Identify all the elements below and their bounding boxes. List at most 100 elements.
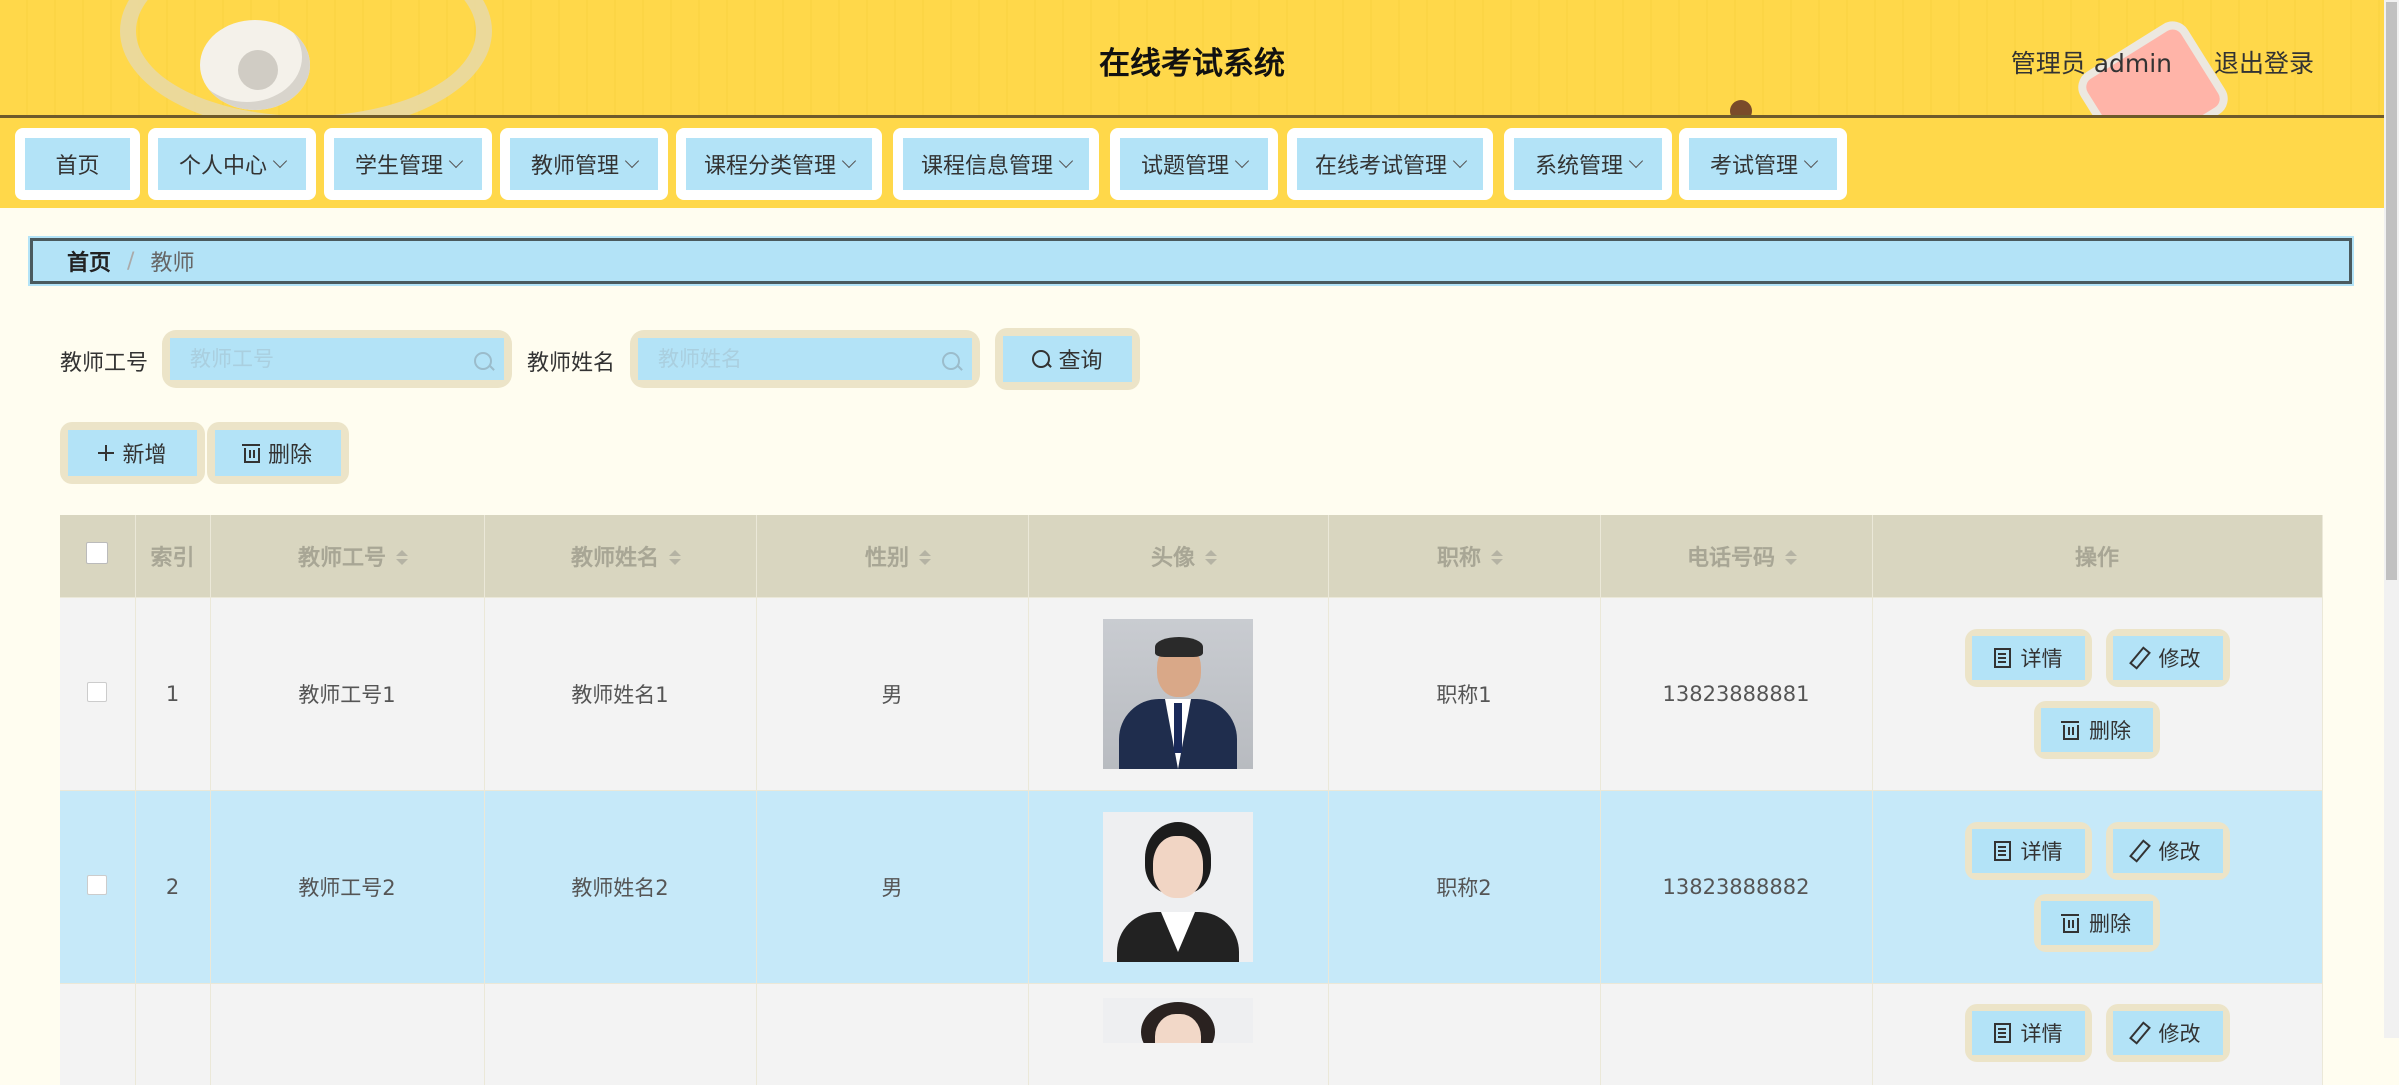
column-header[interactable]: 教师工号 <box>210 515 484 598</box>
chevron-down-icon <box>1804 154 1818 168</box>
column-header[interactable]: 职称 <box>1328 515 1600 598</box>
nav-item-question-management[interactable]: 试题管理 <box>1110 128 1278 200</box>
nav-item-label: 首页 <box>55 148 99 180</box>
title-cell: 职称1 <box>1328 598 1600 791</box>
nav-item-course-category[interactable]: 课程分类管理 <box>676 128 882 200</box>
document-icon <box>1994 1023 2011 1043</box>
nav-item-label: 试题管理 <box>1141 148 1229 180</box>
title-cell: 职称2 <box>1328 791 1600 984</box>
header-select-all[interactable] <box>60 515 135 598</box>
teacher-id-cell: 教师工号1 <box>210 598 484 791</box>
nav-item-label: 系统管理 <box>1535 148 1623 180</box>
breadcrumb-home[interactable]: 首页 <box>67 245 111 277</box>
trash-icon <box>2063 725 2079 740</box>
phone-cell: 13823888882 <box>1600 791 1872 984</box>
row-index: 2 <box>135 791 210 984</box>
delete-button[interactable]: 删除 <box>2034 701 2160 759</box>
nav-item-label: 教师管理 <box>531 148 619 180</box>
breadcrumb-separator: / <box>127 249 134 274</box>
teacher-name-label: 教师姓名 <box>527 345 615 377</box>
teacher-name-input[interactable] <box>638 338 972 380</box>
current-user: 管理员 admin <box>2011 49 2172 78</box>
nav-item-teacher-management[interactable]: 教师管理 <box>500 128 668 200</box>
batch-delete-label: 删除 <box>268 437 312 469</box>
detail-button[interactable]: 详情 <box>1965 822 2092 880</box>
gender-cell: 男 <box>756 598 1028 791</box>
teacher-name-cell: 教师姓名2 <box>484 791 756 984</box>
teacher-name-cell: 教师姓名1 <box>484 598 756 791</box>
add-button[interactable]: 新增 <box>60 422 205 484</box>
chevron-down-icon <box>1453 154 1467 168</box>
table-row[interactable]: 1 教师工号1 教师姓名1 男 职称1 13823888881 详情 修改 删除 <box>60 598 2322 791</box>
table-row[interactable]: 2 教师工号2 教师姓名2 男 职称2 13823888882 详情 修改 删除 <box>60 791 2322 984</box>
table-row[interactable]: 详情 修改 <box>60 984 2322 1085</box>
nav-item-label: 考试管理 <box>1710 148 1798 180</box>
chevron-down-icon <box>273 154 287 168</box>
column-header: 索引 <box>135 515 210 598</box>
edit-button[interactable]: 修改 <box>2106 629 2230 687</box>
chevron-down-icon <box>449 154 463 168</box>
edit-button[interactable]: 修改 <box>2106 822 2230 880</box>
teacher-name-search-box <box>630 330 980 388</box>
phone-cell: 13823888881 <box>1600 598 1872 791</box>
delete-button[interactable]: 删除 <box>2034 894 2160 952</box>
breadcrumb-current: 教师 <box>150 245 194 277</box>
document-icon <box>1994 648 2011 668</box>
detail-button[interactable]: 详情 <box>1965 1004 2092 1062</box>
edit-icon <box>2129 839 2151 862</box>
column-header[interactable]: 头像 <box>1028 515 1328 598</box>
nav-item-label: 学生管理 <box>355 148 443 180</box>
teacher-id-label: 教师工号 <box>60 345 148 377</box>
nav-item-personal-center[interactable]: 个人中心 <box>148 128 316 200</box>
logout-link[interactable]: 退出登录 <box>2214 49 2314 78</box>
edit-button[interactable]: 修改 <box>2106 1004 2230 1062</box>
plus-icon <box>98 445 114 461</box>
nav-item-student-management[interactable]: 学生管理 <box>324 128 492 200</box>
nav-item-exam-management[interactable]: 考试管理 <box>1679 128 1847 200</box>
chevron-down-icon <box>842 154 856 168</box>
edit-icon <box>2129 1021 2151 1044</box>
detail-button[interactable]: 详情 <box>1965 629 2092 687</box>
row-checkbox[interactable] <box>87 682 107 702</box>
teacher-id-cell: 教师工号2 <box>210 791 484 984</box>
main-nav: 首页 个人中心 学生管理 教师管理 课程分类管理 课程信息管理 试题管理 在线考… <box>0 118 2384 208</box>
nav-item-label: 课程分类管理 <box>704 148 836 180</box>
gender-cell: 男 <box>756 791 1028 984</box>
breadcrumb: 首页 / 教师 <box>30 238 2352 284</box>
vertical-scrollbar[interactable] <box>2384 0 2399 1038</box>
teacher-avatar <box>1103 998 1253 1043</box>
row-index: 1 <box>135 598 210 791</box>
nav-item-label: 个人中心 <box>179 148 267 180</box>
column-header: 操作 <box>1872 515 2322 598</box>
query-button[interactable]: 查询 <box>995 328 1140 390</box>
search-icon <box>474 352 492 370</box>
chevron-down-icon <box>625 154 639 168</box>
trash-icon <box>244 448 260 463</box>
query-button-label: 查询 <box>1058 343 1102 375</box>
table-header-row: 索引 教师工号 教师姓名 性别 头像 职称 电话号码 操作 <box>60 515 2322 598</box>
column-header[interactable]: 教师姓名 <box>484 515 756 598</box>
nav-item-label: 课程信息管理 <box>921 148 1053 180</box>
add-button-label: 新增 <box>122 437 166 469</box>
header-bar: 在线考试系统 管理员 admin 退出登录 <box>0 0 2384 118</box>
column-header[interactable]: 性别 <box>756 515 1028 598</box>
nav-item-home[interactable]: 首页 <box>15 128 140 200</box>
search-icon <box>1032 350 1050 368</box>
trash-icon <box>2063 918 2079 933</box>
search-icon <box>942 352 960 370</box>
nav-item-system-management[interactable]: 系统管理 <box>1504 128 1672 200</box>
column-header[interactable]: 电话号码 <box>1600 515 1872 598</box>
document-icon <box>1994 841 2011 861</box>
scrollbar-thumb[interactable] <box>2386 2 2397 580</box>
chevron-down-icon <box>1629 154 1643 168</box>
nav-item-course-info[interactable]: 课程信息管理 <box>893 128 1099 200</box>
nav-item-online-exam[interactable]: 在线考试管理 <box>1287 128 1493 200</box>
teacher-id-input[interactable] <box>170 338 504 380</box>
teacher-table: 索引 教师工号 教师姓名 性别 头像 职称 电话号码 操作 1 教师工号1 教师… <box>60 515 2323 1085</box>
batch-delete-button[interactable]: 删除 <box>207 422 349 484</box>
select-all-checkbox[interactable] <box>86 542 108 564</box>
user-area: 管理员 admin 退出登录 <box>1977 44 2314 80</box>
teacher-avatar <box>1103 812 1253 962</box>
teacher-id-search-box <box>162 330 512 388</box>
row-checkbox[interactable] <box>87 875 107 895</box>
